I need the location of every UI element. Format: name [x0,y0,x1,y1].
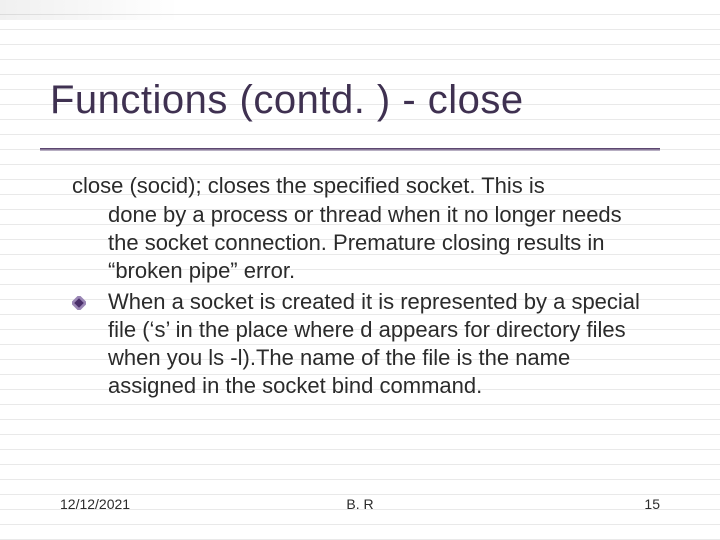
paragraph-close-description-rest: done by a process or thread when it no l… [108,201,652,285]
footer-slide-number: 15 [644,496,660,512]
slide-body: close (socid); closes the specified sock… [72,172,652,400]
footer-author: B. R [60,496,660,512]
paragraph-close-description-lead: close (socid); closes the specified sock… [72,172,652,200]
paragraph-socket-file: When a socket is created it is represent… [108,288,652,401]
diamond-marker-icon [72,288,108,310]
title-underline [40,148,660,151]
bullet-item: When a socket is created it is represent… [72,288,652,401]
slide-footer: 12/12/2021 B. R 15 [60,496,660,512]
slide-title: Functions (contd. ) - close [50,78,524,123]
slide: Functions (contd. ) - close close (socid… [0,0,720,540]
